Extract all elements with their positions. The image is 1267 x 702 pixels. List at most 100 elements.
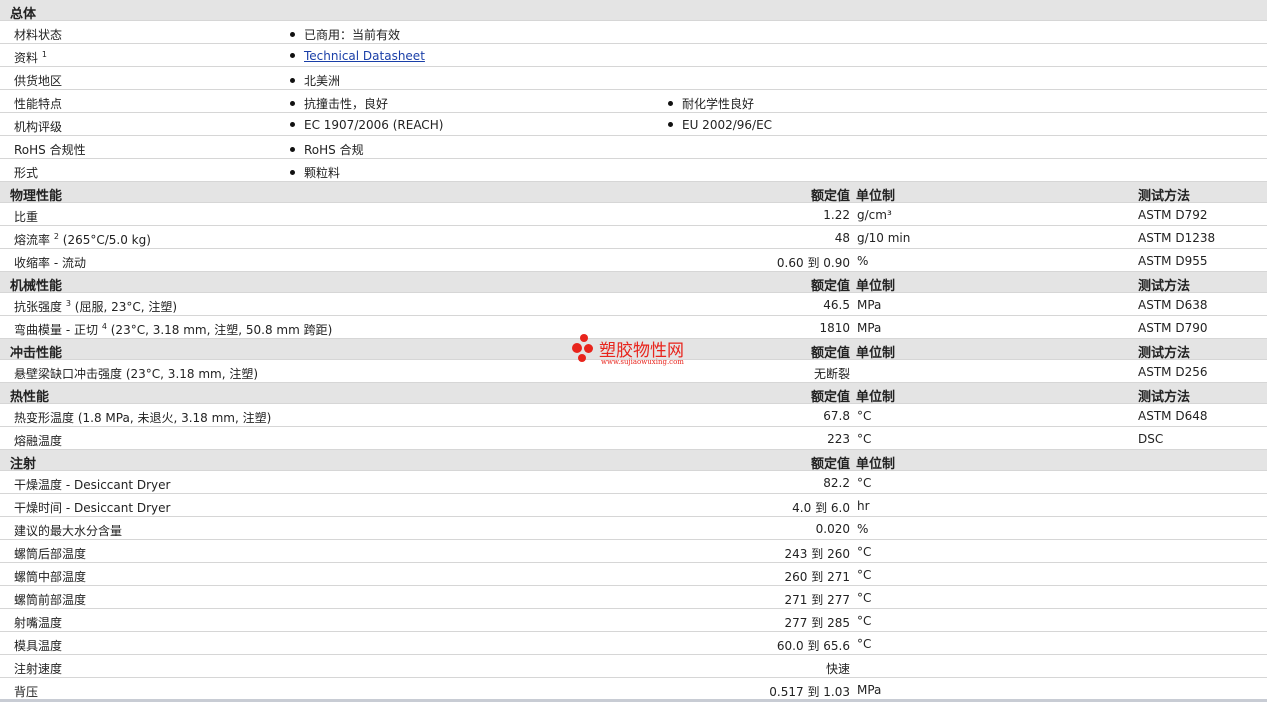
property-row: 注射速度 快速 [0, 655, 1267, 678]
bullet-icon [290, 53, 295, 58]
value-column-header: 额定值 [810, 346, 850, 361]
range-min: 0.517 [769, 685, 804, 699]
property-label: 热变形温度 (1.8 MPa, 未退火, 3.18 mm, 注塑) [14, 409, 271, 426]
property-label: 螺筒前部温度 [14, 591, 86, 608]
unit-column-header: 单位制 [856, 189, 896, 204]
section-title: 注射 [10, 457, 37, 472]
property-unit: hr [857, 499, 870, 513]
nominal-value: 48 [834, 231, 850, 245]
property-value: 0.517 到 1.03 [769, 683, 850, 700]
row-value-2: EU 2002/96/EC [668, 118, 772, 132]
unit-column-header: 单位制 [856, 279, 896, 294]
property-label: 螺筒后部温度 [14, 545, 86, 562]
datasheet: 总体 材料状态 已商用：当前有效 资料 1 Technical Datashee… [0, 0, 1267, 701]
row-value: 已商用：当前有效 [290, 26, 400, 43]
property-condition: - Desiccant Dryer [65, 478, 171, 492]
property-value: 60.0 到 65.6 [777, 637, 850, 654]
range-to: 到 [811, 593, 824, 607]
property-unit: °C [857, 409, 872, 423]
property-name: 熔流率 [14, 233, 51, 247]
range-to: 到 [815, 501, 828, 515]
general-row-form: 形式 颗粒料 [0, 159, 1267, 182]
property-label: 悬壁梁缺口冲击强度 (23°C, 3.18 mm, 注塑) [14, 365, 258, 382]
property-unit: °C [857, 568, 872, 582]
property-unit: °C [857, 591, 872, 605]
property-label: 收缩率 - 流动 [14, 254, 86, 271]
property-condition: - 正切 [65, 323, 98, 337]
property-name: 收缩率 [14, 256, 51, 270]
nominal-value: 82.2 [823, 476, 850, 490]
property-unit: °C [857, 637, 872, 651]
property-row: 螺筒前部温度 271 到 277 °C [0, 586, 1267, 609]
property-value: 1810 [819, 321, 850, 335]
row-value: 颗粒料 [290, 164, 340, 181]
row-label: 资料 1 [14, 50, 47, 66]
property-condition: (265°C/5.0 kg) [62, 233, 151, 247]
test-method: ASTM D648 [1138, 409, 1208, 423]
property-label: 注射速度 [14, 660, 62, 677]
general-row-rohs: RoHS 合规性 RoHS 合规 [0, 136, 1267, 159]
row-label: 形式 [14, 166, 39, 180]
general-row-literature: 资料 1 Technical Datasheet [0, 44, 1267, 67]
property-name: 建议的最大水分含量 [14, 524, 123, 538]
nominal-value: 1.22 [823, 208, 850, 222]
property-value: 48 [835, 231, 850, 245]
range-min: 243 [784, 547, 808, 561]
range-to: 到 [807, 639, 820, 653]
range-to: 到 [807, 685, 820, 699]
property-unit: % [857, 254, 869, 268]
property-row: 背压 0.517 到 1.03 MPa [0, 678, 1267, 701]
general-row-status: 材料状态 已商用：当前有效 [0, 21, 1267, 44]
range-max: 277 [827, 593, 850, 607]
property-name: 弯曲模量 [14, 323, 63, 337]
test-method-column-header: 测试方法 [1138, 279, 1191, 294]
property-value: 1.22 [823, 208, 850, 222]
property-value: 4.0 到 6.0 [792, 499, 850, 516]
section-header: 热性能 额定值 单位制 测试方法 [0, 383, 1267, 405]
nominal-value: 无断裂 [813, 367, 850, 381]
test-method: ASTM D1238 [1138, 231, 1216, 245]
general-row-agency: 机构评级 EC 1907/2006 (REACH) EU 2002/96/EC [0, 113, 1267, 136]
bullet-icon [668, 122, 673, 127]
section-header: 机械性能 额定值 单位制 测试方法 [0, 272, 1267, 294]
test-method: ASTM D790 [1138, 321, 1208, 335]
technical-datasheet-link[interactable]: Technical Datasheet [304, 49, 425, 63]
property-condition: - Desiccant Dryer [65, 501, 171, 515]
bullet-icon [290, 32, 295, 37]
range-max: 65.6 [823, 639, 850, 653]
bullet-icon [290, 101, 295, 106]
bullet-icon [290, 147, 295, 152]
property-row: 熔流率 2 (265°C/5.0 kg) 48 g/10 min ASTM D1238 [0, 226, 1267, 249]
property-value: 67.8 [823, 409, 850, 423]
property-value: 260 到 271 [785, 568, 850, 585]
test-method-column-header: 测试方法 [1138, 346, 1191, 361]
property-label: 模具温度 [14, 637, 62, 654]
property-label: 熔流率 2 (265°C/5.0 kg) [14, 231, 151, 248]
property-unit: °C [857, 545, 872, 559]
range-to: 到 [811, 570, 824, 584]
property-name: 抗张强度 [14, 300, 63, 314]
property-name: 热变形温度 [14, 411, 75, 425]
row-label: 性能特点 [14, 97, 63, 111]
footnote-ref: 4 [101, 322, 107, 331]
property-label: 建议的最大水分含量 [14, 522, 122, 539]
test-method: ASTM D792 [1138, 208, 1208, 222]
property-row: 射嘴温度 277 到 285 °C [0, 609, 1267, 632]
row-label: 材料状态 [14, 28, 63, 42]
property-unit: °C [857, 432, 872, 446]
range-to: 到 [811, 547, 824, 561]
property-row: 干燥温度 - Desiccant Dryer 82.2 °C [0, 471, 1267, 494]
unit-column-header: 单位制 [856, 346, 896, 361]
property-name: 悬壁梁缺口冲击强度 [14, 367, 123, 381]
range-min: 0.60 [776, 256, 804, 270]
row-label: 机构评级 [14, 120, 63, 134]
property-row: 收缩率 - 流动 0.60 到 0.90% ASTM D955 [0, 249, 1267, 272]
property-name: 模具温度 [14, 639, 63, 653]
property-unit: °C [857, 476, 872, 490]
row-value: 北美洲 [290, 72, 340, 89]
row-value-2: 耐化学性良好 [668, 95, 754, 112]
property-name: 射嘴温度 [14, 616, 63, 630]
property-unit: g/cm³ [857, 208, 892, 222]
property-condition: (23°C, 3.18 mm, 注塑) [125, 367, 259, 381]
range-min: 4.0 [792, 501, 812, 515]
